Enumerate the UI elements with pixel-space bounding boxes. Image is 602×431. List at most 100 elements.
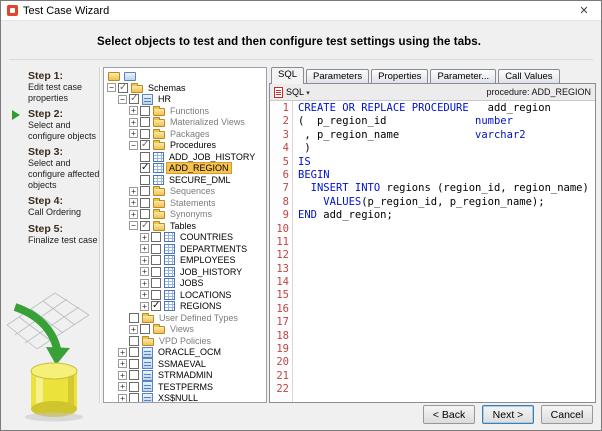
expander-plus-icon[interactable]: + [118, 359, 127, 369]
expander-plus-icon[interactable]: + [129, 324, 138, 334]
tree-item-locations[interactable]: + LOCATIONS [104, 289, 266, 301]
checkbox[interactable] [140, 105, 150, 116]
tree-item-employees[interactable]: + EMPLOYEES [104, 255, 266, 267]
expander-minus-icon[interactable]: − [118, 94, 127, 104]
tree-item-regions[interactable]: + REGIONS [104, 300, 266, 313]
tab-properties[interactable]: Properties [371, 69, 429, 83]
tree-item-synonyms[interactable]: + Synonyms [104, 209, 266, 221]
sql-dropdown-label: SQL [286, 87, 304, 97]
checkbox[interactable] [129, 312, 139, 323]
expander-plus-icon[interactable]: + [129, 209, 138, 219]
checkbox[interactable] [151, 255, 161, 266]
expander-plus-icon[interactable]: + [129, 106, 138, 116]
back-button[interactable]: < Back [423, 405, 475, 424]
expander-minus-icon[interactable]: − [129, 140, 138, 150]
tree-item-views[interactable]: + Views [104, 324, 266, 336]
object-tree-panel: − Schemas − HR + Functions + Materialized Views… [103, 67, 267, 403]
checkbox[interactable] [129, 93, 139, 105]
tree-item-ssmaeval[interactable]: + SSMAEVAL [104, 358, 266, 370]
checkbox[interactable] [140, 220, 150, 231]
tree-item-packages[interactable]: + Packages [104, 128, 266, 140]
expander-plus-icon[interactable]: + [140, 290, 149, 300]
expander-plus-icon[interactable]: + [140, 278, 149, 288]
next-button[interactable]: Next > [482, 405, 534, 424]
expander-plus-icon[interactable]: + [129, 117, 138, 127]
tree-item-functions[interactable]: + Functions [104, 105, 266, 117]
tab-call-values[interactable]: Call Values [498, 69, 560, 83]
checkbox[interactable] [140, 209, 150, 220]
tab-sql[interactable]: SQL [271, 67, 305, 84]
checkbox[interactable] [140, 151, 150, 162]
checkbox[interactable] [140, 117, 150, 128]
tree-item-user-defined-types[interactable]: User Defined Types [104, 312, 266, 324]
expander-plus-icon[interactable]: + [129, 198, 138, 208]
expander-plus-icon[interactable]: + [129, 129, 138, 139]
tree-item-vpd-policies[interactable]: VPD Policies [104, 335, 266, 347]
tree-item-statements[interactable]: + Statements [104, 197, 266, 209]
expander-plus-icon[interactable]: + [118, 347, 127, 357]
checkbox[interactable] [140, 174, 150, 185]
tree-item-tables[interactable]: − Tables [104, 220, 266, 232]
close-button[interactable]: ✕ [567, 1, 601, 21]
tree-item-xs-null[interactable]: + XS$NULL [104, 392, 266, 403]
checkbox[interactable] [129, 381, 139, 392]
root-folder-icon[interactable] [108, 71, 120, 81]
tree-item-schemas[interactable]: − Schemas [104, 82, 266, 94]
sql-text: add_region [468, 102, 551, 114]
expander-plus-icon[interactable]: + [118, 382, 127, 392]
expander-plus-icon[interactable]: + [140, 232, 149, 242]
tree-item-countries[interactable]: + COUNTRIES [104, 232, 266, 244]
checkbox[interactable] [129, 393, 139, 402]
checkbox[interactable] [140, 139, 150, 151]
checkbox[interactable] [151, 289, 161, 300]
tree-item-add-job-history[interactable]: ADD_JOB_HISTORY [104, 151, 266, 163]
checkbox[interactable] [151, 243, 161, 254]
tab-parameter[interactable]: Parameter... [430, 69, 497, 83]
checkbox[interactable] [140, 324, 150, 335]
tree-item-testperms[interactable]: + TESTPERMS [104, 381, 266, 393]
expander-plus-icon[interactable]: + [140, 244, 149, 254]
checkbox[interactable] [151, 266, 161, 277]
checkbox[interactable] [151, 300, 161, 312]
expander-minus-icon[interactable]: − [107, 83, 116, 93]
tree-item-label: XS$NULL [158, 393, 199, 403]
expander-plus-icon[interactable]: + [118, 393, 127, 402]
tree-item-label: STRMADMIN [158, 370, 213, 381]
checkbox[interactable] [129, 335, 139, 346]
expander-plus-icon[interactable]: + [118, 370, 127, 380]
tab-parameters[interactable]: Parameters [306, 69, 370, 83]
checkbox[interactable] [118, 82, 128, 93]
tree-item-sequences[interactable]: + Sequences [104, 186, 266, 198]
checkbox[interactable] [129, 347, 139, 358]
expander-plus-icon[interactable]: + [129, 186, 138, 196]
expander-plus-icon[interactable]: + [140, 301, 149, 311]
checkbox[interactable] [140, 128, 150, 139]
schema-filter-icon[interactable] [124, 71, 136, 81]
checkbox[interactable] [151, 278, 161, 289]
tree-item-secure-dml[interactable]: SECURE_DML [104, 174, 266, 186]
tree-item-add-region[interactable]: ADD_REGION [104, 162, 266, 175]
checkbox[interactable] [129, 370, 139, 381]
checkbox[interactable] [140, 162, 150, 174]
tree-item-strmadmin[interactable]: + STRMADMIN [104, 369, 266, 382]
checkbox[interactable] [151, 232, 161, 243]
checkbox[interactable] [129, 358, 139, 369]
tree-item-oracle-ocm[interactable]: + ORACLE_OCM [104, 346, 266, 359]
checkbox[interactable] [140, 186, 150, 197]
checkbox[interactable] [140, 197, 150, 208]
tree-item-jobs[interactable]: + JOBS [104, 278, 266, 290]
sql-dropdown[interactable]: SQL ▾ [286, 87, 310, 97]
expander-minus-icon[interactable]: − [129, 221, 138, 231]
expander-plus-icon[interactable]: + [140, 267, 149, 277]
code-editor[interactable]: 1 2 3 4 5 6 7 8 9 10 11 12 13 14 15 16 17 18 19 20 21 22 CREA… [270, 101, 595, 402]
tree-item-materialized-views[interactable]: + Materialized Views [104, 117, 266, 129]
expander-plus-icon[interactable]: + [140, 255, 149, 265]
line-number: 18 [276, 329, 289, 342]
tree-item-procedures[interactable]: − Procedures [104, 139, 266, 152]
tree-item-departments[interactable]: + DEPARTMENTS [104, 243, 266, 255]
tree-item-job-history[interactable]: + JOB_HISTORY [104, 266, 266, 278]
cancel-button[interactable]: Cancel [541, 405, 593, 424]
tree-item-hr[interactable]: − HR [104, 93, 266, 106]
step-label: Step 5: [28, 222, 64, 235]
